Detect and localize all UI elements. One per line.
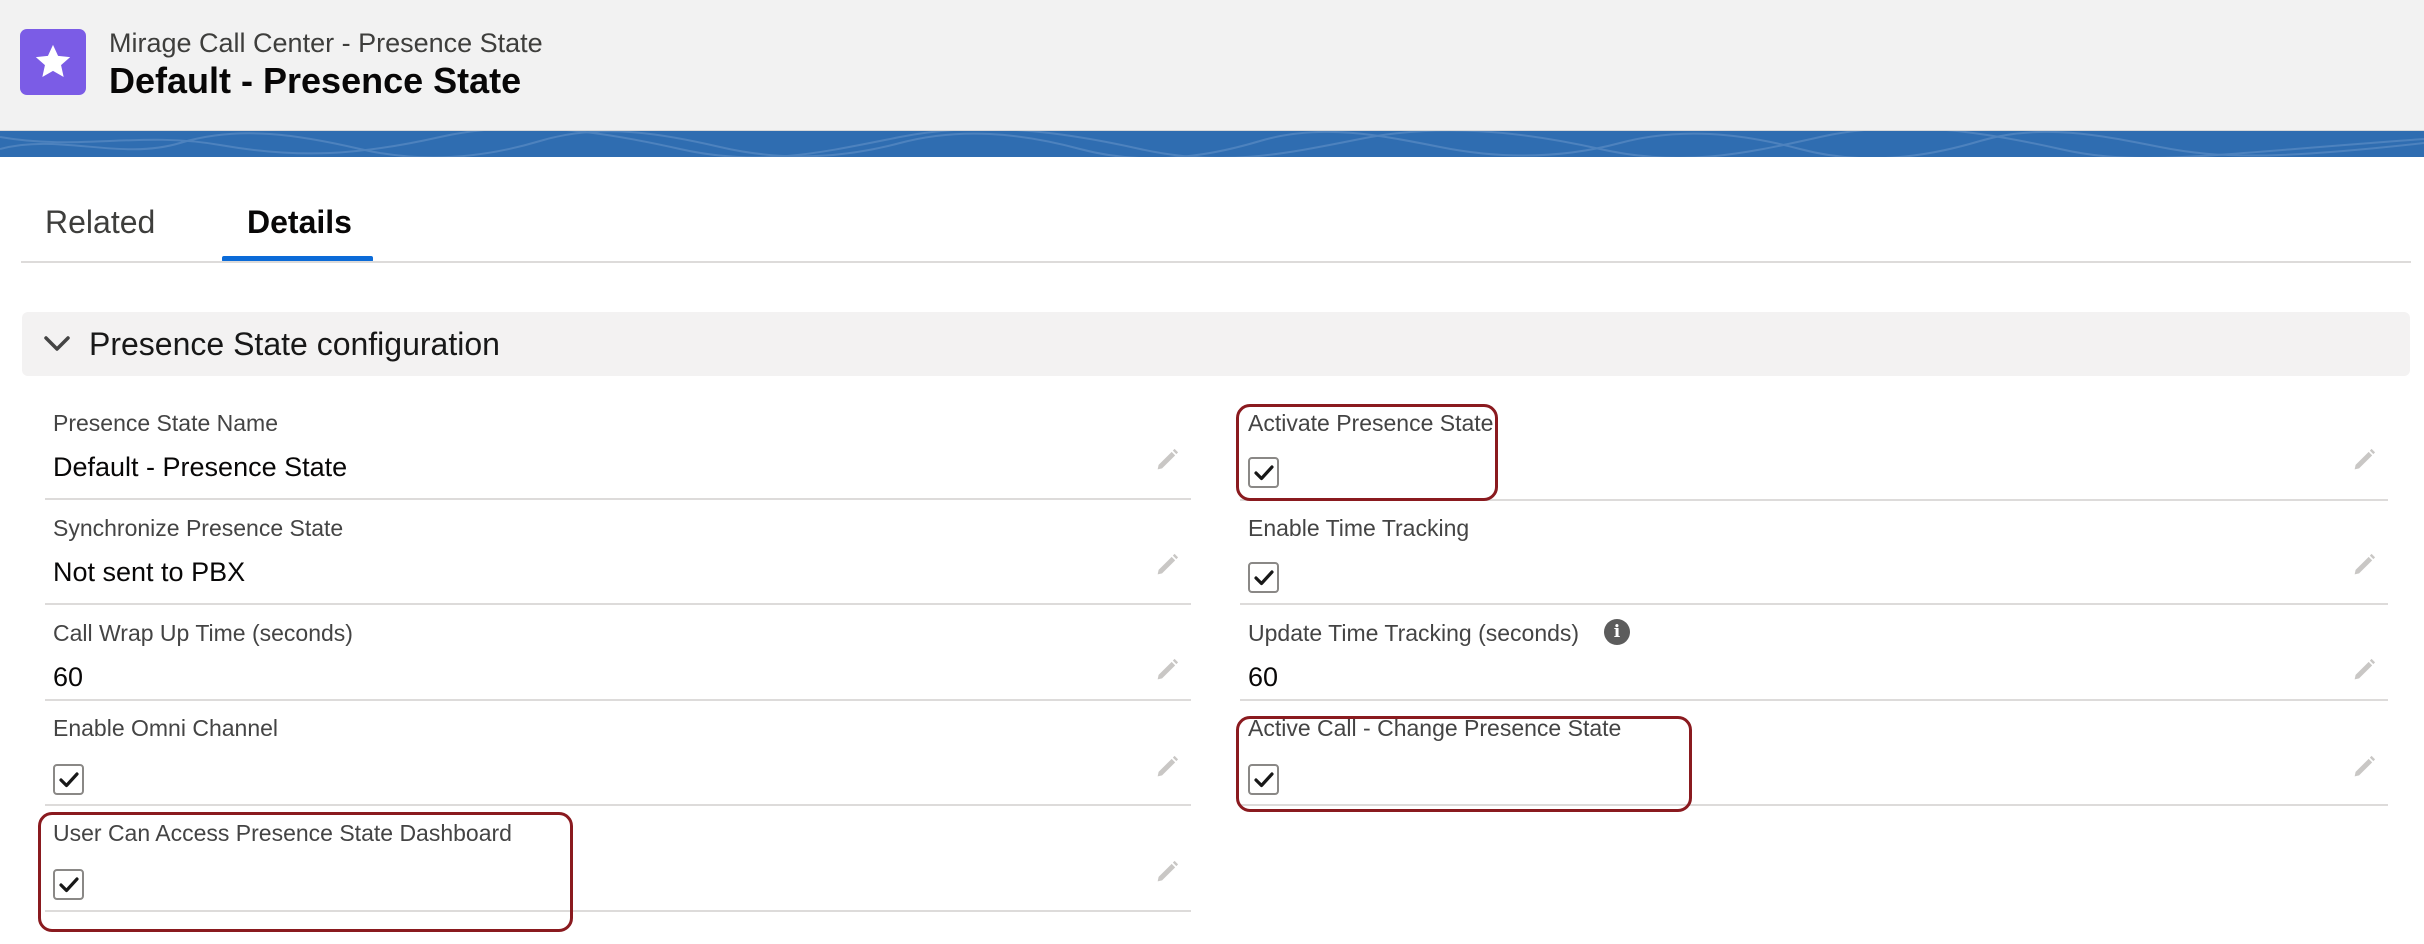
checkbox-checked	[53, 869, 84, 900]
pencil-icon[interactable]	[2350, 656, 2378, 684]
checkmark-icon	[58, 876, 79, 892]
field-label: Active Call - Change Presence State	[1248, 715, 1622, 741]
field-call-wrap-up-time: Call Wrap Up Time (seconds) 60	[45, 610, 1191, 701]
decorative-banner	[0, 131, 2424, 157]
record-title: Default - Presence State	[109, 60, 522, 101]
chevron-down-icon	[44, 336, 70, 351]
field-label: Enable Time Tracking	[1248, 515, 1470, 541]
field-enable-time-tracking: Enable Time Tracking	[1240, 505, 2388, 605]
field-synchronize-presence-state: Synchronize Presence State Not sent to P…	[45, 505, 1191, 605]
info-icon[interactable]: i	[1604, 619, 1630, 645]
checkbox-checked	[53, 764, 84, 795]
pencil-icon[interactable]	[1153, 551, 1181, 579]
pencil-icon[interactable]	[2350, 551, 2378, 579]
field-presence-state-name: Presence State Name Default - Presence S…	[45, 400, 1191, 500]
pencil-icon[interactable]	[1153, 753, 1181, 781]
field-label: Update Time Tracking (seconds)	[1248, 620, 1580, 646]
record-header: Mirage Call Center - Presence State Defa…	[0, 0, 2424, 131]
tab-details[interactable]: Details	[247, 204, 352, 241]
field-activate-presence-state: Activate Presence State	[1240, 400, 2388, 501]
field-value: Default - Presence State	[53, 452, 348, 482]
field-update-time-tracking: Update Time Tracking (seconds) i 60	[1240, 610, 2388, 701]
pencil-icon[interactable]	[2350, 446, 2378, 474]
pencil-icon[interactable]	[2350, 753, 2378, 781]
field-label: User Can Access Presence State Dashboard	[53, 820, 512, 846]
field-value: 60	[53, 662, 84, 692]
field-label: Presence State Name	[53, 410, 279, 436]
section-toggle-presence-state-configuration[interactable]: Presence State configuration	[22, 312, 2410, 376]
field-label: Activate Presence State	[1248, 410, 1494, 436]
field-label: Call Wrap Up Time (seconds)	[53, 620, 353, 646]
pencil-icon[interactable]	[1153, 656, 1181, 684]
checkmark-icon	[1253, 771, 1274, 787]
field-label: Enable Omni Channel	[53, 715, 279, 741]
checkbox-checked	[1248, 562, 1279, 593]
field-label: Synchronize Presence State	[53, 515, 344, 541]
field-user-can-access-dashboard: User Can Access Presence State Dashboard	[45, 810, 1191, 912]
record-type-label: Mirage Call Center - Presence State	[109, 28, 543, 58]
tabs-divider	[21, 261, 2411, 263]
field-active-call-change-presence-state: Active Call - Change Presence State	[1240, 705, 2388, 806]
section-title: Presence State configuration	[89, 326, 500, 362]
checkbox-checked	[1248, 764, 1279, 795]
checkmark-icon	[58, 771, 79, 787]
field-value: Not sent to PBX	[53, 557, 246, 587]
checkbox-checked	[1248, 457, 1279, 488]
field-value: 60	[1248, 662, 1279, 692]
checkmark-icon	[1253, 569, 1274, 585]
pencil-icon[interactable]	[1153, 858, 1181, 886]
star-icon	[20, 29, 86, 95]
tab-related[interactable]: Related	[45, 204, 155, 241]
checkmark-icon	[1253, 464, 1274, 480]
pencil-icon[interactable]	[1153, 446, 1181, 474]
record-page: Mirage Call Center - Presence State Defa…	[0, 0, 2424, 944]
field-enable-omni-channel: Enable Omni Channel	[45, 705, 1191, 806]
